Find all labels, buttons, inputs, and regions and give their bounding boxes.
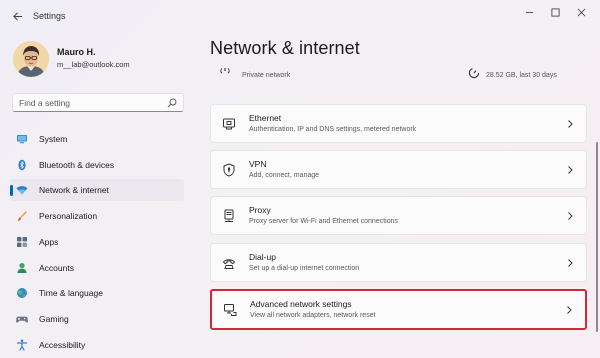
title-bar: Settings bbox=[0, 0, 600, 30]
sidebar-item-network[interactable]: Network & internet bbox=[10, 179, 184, 201]
close-icon bbox=[577, 8, 585, 16]
sidebar-item-system[interactable]: System bbox=[10, 128, 184, 150]
person-icon bbox=[17, 263, 27, 273]
avatar[interactable] bbox=[13, 41, 49, 77]
sidebar-item-label: Gaming bbox=[39, 314, 69, 324]
sidebar-item-label: Bluetooth & devices bbox=[39, 160, 115, 170]
bluetooth-icon bbox=[18, 159, 26, 171]
page-title: Network & internet bbox=[210, 38, 360, 58]
sidebar-item-accounts[interactable]: Accounts bbox=[10, 257, 184, 279]
app-title: Settings bbox=[33, 11, 66, 21]
sidebar-item-accessibility[interactable]: Accessibility bbox=[10, 334, 184, 356]
back-button[interactable] bbox=[8, 7, 26, 25]
gamepad-icon bbox=[16, 316, 28, 323]
sidebar-item-apps[interactable]: Apps bbox=[10, 231, 184, 253]
vpn-settings-card[interactable]: VPN Add, connect, manage bbox=[210, 150, 587, 189]
sidebar-item-label: Personalization bbox=[39, 211, 98, 221]
shield-icon bbox=[223, 163, 235, 177]
apps-icon bbox=[17, 237, 27, 247]
sidebar-item-time-language[interactable]: Time & language bbox=[10, 282, 184, 304]
chevron-right-icon bbox=[568, 120, 573, 128]
search-icon[interactable] bbox=[167, 98, 177, 108]
wifi-icon bbox=[16, 186, 28, 195]
proxy-settings-card[interactable]: Proxy Proxy server for Wi-Fi and Etherne… bbox=[210, 196, 587, 235]
card-subtitle: Authentication, IP and DNS settings, met… bbox=[249, 126, 417, 133]
chevron-right-icon bbox=[567, 306, 572, 314]
card-subtitle: Proxy server for Wi-Fi and Ethernet conn… bbox=[249, 218, 399, 225]
chevron-right-icon bbox=[568, 212, 573, 220]
card-title: Proxy bbox=[249, 205, 271, 215]
data-usage-text: 28.52 GB, last 30 days bbox=[486, 72, 557, 79]
maximize-icon bbox=[550, 7, 560, 17]
user-photo-icon bbox=[13, 41, 49, 77]
search-input[interactable] bbox=[19, 96, 159, 110]
accessibility-icon bbox=[16, 339, 28, 351]
scrollbar[interactable] bbox=[596, 142, 598, 332]
proxy-server-icon bbox=[224, 209, 234, 222]
sidebar-item-label: Accessibility bbox=[39, 340, 86, 350]
dialup-settings-card[interactable]: Dial-up Set up a dial-up internet connec… bbox=[210, 243, 587, 282]
sidebar-item-label: Time & language bbox=[39, 288, 103, 298]
data-usage-icon bbox=[468, 67, 480, 79]
card-subtitle: View all network adapters, network reset bbox=[250, 312, 376, 319]
user-email: m__lab@outlook.com bbox=[57, 60, 130, 69]
chevron-right-icon bbox=[568, 166, 573, 174]
card-title: Ethernet bbox=[249, 113, 282, 123]
minimize-icon bbox=[525, 11, 533, 13]
sidebar-item-label: Network & internet bbox=[39, 185, 109, 195]
card-title: Dial-up bbox=[249, 252, 276, 262]
sidebar-item-label: System bbox=[39, 134, 68, 144]
ethernet-settings-card[interactable]: Ethernet Authentication, IP and DNS sett… bbox=[210, 104, 587, 143]
globe-icon bbox=[17, 288, 27, 298]
card-title: VPN bbox=[249, 159, 267, 169]
monitor-icon bbox=[17, 135, 27, 144]
close-button[interactable] bbox=[570, 5, 592, 19]
sidebar-item-label: Apps bbox=[39, 237, 59, 247]
network-status-summary: Private network 28.52 GB, last 30 days bbox=[210, 60, 587, 86]
advanced-network-settings-card[interactable]: Advanced network settings View all netwo… bbox=[210, 289, 587, 330]
sidebar-item-label: Accounts bbox=[39, 263, 74, 273]
sidebar-item-gaming[interactable]: Gaming bbox=[10, 308, 184, 330]
phone-icon bbox=[222, 259, 236, 269]
minimize-button[interactable] bbox=[518, 5, 540, 19]
active-indicator bbox=[10, 185, 13, 196]
network-pc-icon bbox=[224, 304, 237, 316]
card-subtitle: Set up a dial-up internet connection bbox=[249, 265, 360, 272]
chevron-right-icon bbox=[568, 259, 573, 267]
brush-icon bbox=[17, 211, 27, 221]
back-arrow-icon bbox=[12, 11, 22, 21]
card-title: Advanced network settings bbox=[250, 299, 352, 309]
network-type-text: Private network bbox=[242, 72, 291, 79]
user-name: Mauro H. bbox=[57, 47, 96, 57]
sidebar-item-personalization[interactable]: Personalization bbox=[10, 205, 184, 227]
search-box[interactable] bbox=[12, 93, 184, 112]
network-status-icon bbox=[220, 68, 230, 74]
card-subtitle: Add, connect, manage bbox=[249, 172, 320, 179]
maximize-button[interactable] bbox=[544, 5, 566, 19]
ethernet-icon bbox=[223, 118, 235, 130]
settings-content: Private network 28.52 GB, last 30 days E… bbox=[204, 60, 596, 358]
sidebar-item-bluetooth[interactable]: Bluetooth & devices bbox=[10, 154, 184, 176]
